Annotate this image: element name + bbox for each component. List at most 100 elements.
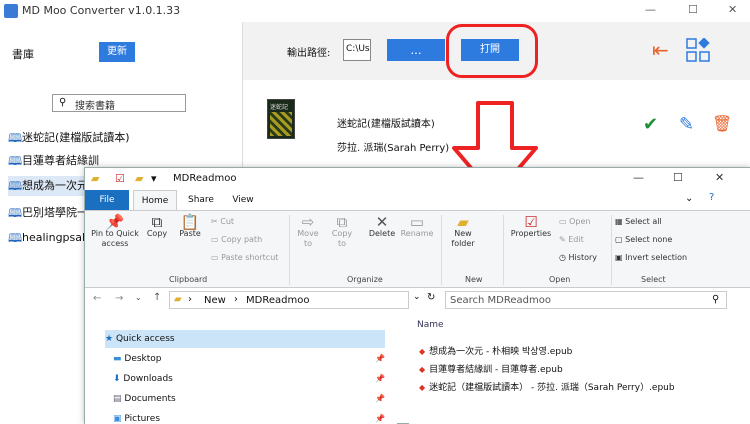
- screen: MD Moo Converter v1.0.1.33 — ☐ ✕ 書庫 更新 ⚲…: [0, 0, 750, 424]
- tab-home[interactable]: Home: [133, 190, 177, 210]
- pin-quick-access-button[interactable]: 📌 Pin to Quick access: [87, 215, 143, 249]
- history-button[interactable]: ◷ History: [559, 253, 597, 263]
- column-header-name[interactable]: Name: [417, 320, 444, 330]
- paste-button[interactable]: 📋 Paste: [175, 215, 205, 239]
- select-all-button[interactable]: ▦ Select all: [615, 217, 662, 227]
- trash-icon[interactable]: 🗑: [712, 114, 732, 133]
- select-none-button[interactable]: ▢ Select none: [615, 235, 672, 245]
- folder-icon: ▰: [135, 172, 144, 185]
- move-to-button[interactable]: ⇨ Move to: [293, 213, 323, 249]
- file-row[interactable]: ◆ 目蓮尊者結緣訓 - 目蓮尊者.epub: [419, 362, 563, 378]
- nav-downloads[interactable]: ⬇ Downloads: [113, 370, 393, 388]
- book-item[interactable]: 🕮 迷蛇記(建檔版試讀本): [8, 128, 243, 148]
- cut-button[interactable]: ✂ Cut: [211, 217, 234, 227]
- minimize-icon[interactable]: —: [633, 171, 644, 184]
- group-label: Clipboard: [169, 275, 208, 284]
- maximize-icon[interactable]: ☐: [673, 171, 683, 184]
- tab-share[interactable]: Share: [181, 190, 221, 210]
- maximize-icon[interactable]: ☐: [688, 3, 698, 16]
- refresh-icon[interactable]: ↻: [427, 292, 435, 303]
- group-label: Organize: [347, 275, 383, 284]
- output-path-label: 輸出路徑:: [287, 48, 331, 59]
- file-name: 想成為一次元 - 朴相映 박상영.epub: [429, 347, 573, 357]
- button-label: Invert selection: [625, 253, 688, 262]
- book-icon: 🕮: [8, 131, 23, 145]
- file-row[interactable]: ◆ 迷蛇記（建檔版試讀本） - 莎拉. 派瑞（Sarah Perry）.epub: [419, 380, 675, 396]
- copy-to-icon: ⧉: [336, 213, 348, 231]
- move-icon: ⇨: [301, 213, 315, 231]
- pin-icon[interactable]: 📌: [375, 354, 385, 363]
- tab-view[interactable]: View: [225, 190, 261, 210]
- apps-icon[interactable]: [686, 38, 710, 62]
- output-path-field[interactable]: C:\Us: [343, 39, 371, 61]
- copy-to-button[interactable]: ⧉ Copy to: [327, 213, 357, 249]
- copy-button[interactable]: ⧉ Copy: [143, 215, 171, 239]
- pin-icon[interactable]: 📌: [375, 394, 385, 403]
- book-search-input[interactable]: ⚲ 搜索書籍: [52, 94, 186, 112]
- chevron-down-icon[interactable]: ⌄: [135, 293, 142, 302]
- logout-icon[interactable]: ⇤: [652, 38, 669, 62]
- browse-button[interactable]: ...: [387, 39, 445, 61]
- book-icon: 🕮: [8, 179, 23, 193]
- button-label: Paste: [179, 229, 201, 238]
- minimize-icon[interactable]: —: [645, 3, 656, 16]
- pin-icon[interactable]: 📌: [375, 414, 385, 423]
- breadcrumb-mdreadmoo[interactable]: MDReadmoo: [246, 295, 309, 306]
- copy-path-button[interactable]: ▭ Copy path: [211, 235, 262, 245]
- checkbox-icon[interactable]: ☑: [115, 172, 125, 185]
- breadcrumb-sep: ›: [234, 294, 238, 305]
- explorer-search-input[interactable]: Search MDReadmoo ⚲: [445, 291, 727, 309]
- explorer-titlebar: ▰ ☑ ▰ ▾ MDReadmoo — ☐ ✕: [85, 168, 750, 190]
- chevron-down-icon[interactable]: ⌄: [413, 292, 421, 302]
- delete-button[interactable]: ✕ Delete: [365, 213, 399, 239]
- paste-shortcut-button[interactable]: ▭ Paste shortcut: [211, 253, 278, 263]
- close-icon[interactable]: ✕: [715, 171, 724, 184]
- nav-pictures[interactable]: ▣ Pictures: [113, 410, 393, 424]
- search-placeholder: 搜索書籍: [75, 101, 115, 112]
- delete-icon: ✕: [375, 213, 389, 231]
- rename-button[interactable]: ▭ Rename: [399, 215, 435, 239]
- library-label: 書庫: [12, 48, 34, 61]
- search-icon: ⚲: [712, 294, 720, 305]
- nav-quick-access[interactable]: ★ Quick access: [105, 330, 385, 348]
- address-bar[interactable]: ▰ › New › MDReadmoo: [169, 291, 409, 309]
- new-folder-icon: ▰: [457, 213, 469, 231]
- breadcrumb-new[interactable]: New: [204, 295, 226, 306]
- help-icon[interactable]: ?: [709, 192, 714, 203]
- tab-file[interactable]: File: [85, 190, 129, 210]
- folder-icon: ▰: [91, 172, 100, 185]
- up-icon[interactable]: ↑: [153, 292, 161, 303]
- button-label: Cut: [220, 217, 235, 226]
- back-icon[interactable]: ←: [93, 293, 101, 304]
- explorer-title: MDReadmoo: [173, 173, 237, 184]
- button-label: Move to: [297, 229, 319, 248]
- edit-icon[interactable]: ✎: [679, 114, 694, 135]
- book-icon: 🕮: [8, 154, 23, 168]
- invert-selection-button[interactable]: ▣ Invert selection: [615, 253, 687, 263]
- nav-desktop[interactable]: ▬ Desktop: [113, 350, 393, 368]
- book-cover: 迷蛇記: [267, 99, 295, 139]
- button-label: New folder: [451, 229, 475, 248]
- refresh-button[interactable]: 更新: [99, 42, 135, 62]
- chevron-down-icon[interactable]: ▾: [151, 172, 157, 185]
- nav-documents[interactable]: ▤ Documents: [113, 390, 393, 408]
- app-titlebar: MD Moo Converter v1.0.1.33 — ☐ ✕: [0, 0, 750, 22]
- new-folder-button[interactable]: ▰ New folder: [445, 213, 481, 249]
- close-icon[interactable]: ✕: [728, 3, 737, 16]
- check-icon[interactable]: ✔: [643, 114, 658, 135]
- book-icon: 🕮: [8, 206, 23, 220]
- button-label: Properties: [510, 229, 552, 238]
- button-label: Edit: [568, 235, 584, 244]
- app-logo-icon: [4, 4, 18, 18]
- button-label: Paste shortcut: [221, 253, 279, 262]
- chevron-down-icon[interactable]: ⌄: [685, 193, 693, 204]
- file-row[interactable]: ◆ 想成為一次元 - 朴相映 박상영.epub: [419, 344, 572, 360]
- open-button[interactable]: ▭ Open: [559, 217, 590, 227]
- edit-button[interactable]: ✎ Edit: [559, 235, 584, 245]
- button-label: Select all: [625, 217, 662, 226]
- forward-icon[interactable]: →: [115, 293, 123, 304]
- button-label: Copy path: [221, 235, 263, 244]
- epub-icon: ◆: [419, 383, 426, 392]
- pin-icon[interactable]: 📌: [375, 374, 385, 383]
- properties-button[interactable]: ☑ Properties: [509, 215, 553, 239]
